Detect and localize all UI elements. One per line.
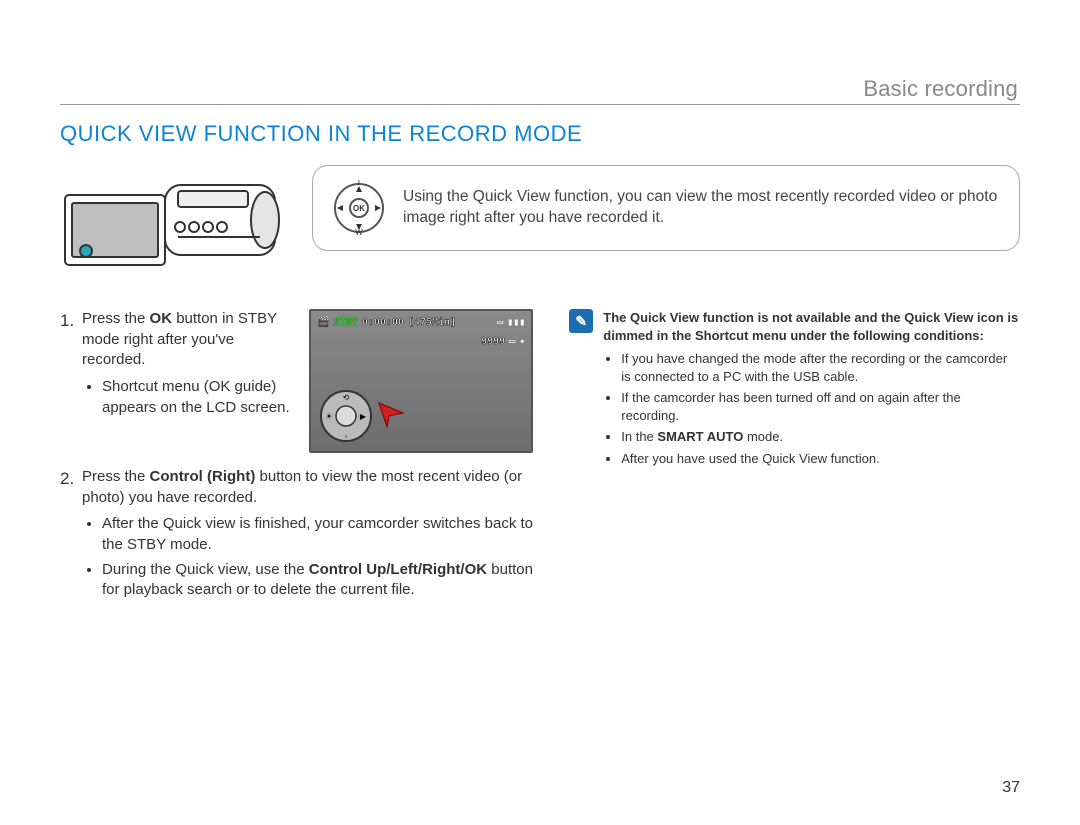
breadcrumb: Basic recording — [863, 76, 1018, 102]
camcorder-illustration — [60, 165, 290, 285]
resolution-icon: ▭ — [509, 335, 515, 349]
callout-text: Using the Quick View function, you can v… — [403, 187, 1001, 229]
step-2: Press the Control (Right) button to view… — [60, 467, 533, 601]
lcd-screen-illustration: 🎬 STBY 0:00:00 [475Min] ▭ ▮▮▮ 9999 ▭ ✦ — [309, 309, 533, 453]
red-arrow-icon — [377, 401, 405, 429]
svg-text:☀: ☀ — [326, 412, 333, 421]
step-1-sub-1: Shortcut menu (OK guide) appears on the … — [102, 377, 299, 418]
shortcut-wheel-icon: ⟲ ☀ ◦ ▶ — [319, 389, 373, 443]
header-rule — [60, 104, 1020, 105]
timecode: 0:00:00 — [362, 316, 404, 330]
note-item-2: If the camcorder has been turned off and… — [621, 389, 1020, 424]
dial-ok-label: OK — [353, 204, 365, 213]
quality-icon: ✦ — [519, 335, 525, 349]
svg-text:⟲: ⟲ — [343, 393, 350, 402]
dial-t-label: T — [357, 180, 362, 187]
page-number: 37 — [1002, 779, 1020, 797]
video-icon: 🎬 — [317, 316, 329, 330]
note-heading: The Quick View function is not available… — [603, 309, 1020, 344]
note-icon: ✎ — [569, 309, 593, 333]
step-1: Press the OK button in STBY mode right a… — [60, 309, 533, 453]
note-item-3: In the SMART AUTO mode. — [621, 428, 1020, 446]
remain-time: [475Min] — [408, 316, 456, 330]
note-item-4: After you have used the Quick View funct… — [621, 450, 1020, 468]
ok-dial-icon: T W OK — [331, 180, 387, 236]
step-2-sub-2: During the Quick view, use the Control U… — [102, 560, 533, 601]
intro-callout: T W OK Using the Quick View function, yo… — [312, 165, 1020, 251]
photo-count: 9999 — [481, 335, 505, 349]
svg-text:◦: ◦ — [345, 432, 348, 441]
section-title: QUICK VIEW FUNCTION IN THE RECORD MODE — [60, 121, 1020, 147]
step-2-sub-1: After the Quick view is finished, your c… — [102, 514, 533, 555]
note-box: ✎ The Quick View function is not availab… — [569, 309, 1020, 471]
note-item-1: If you have changed the mode after the r… — [621, 350, 1020, 385]
battery-icon: ▮▮▮ — [507, 316, 525, 330]
svg-text:▶: ▶ — [360, 412, 367, 421]
stby-indicator: STBY — [334, 316, 358, 330]
card-icon: ▭ — [497, 316, 503, 330]
